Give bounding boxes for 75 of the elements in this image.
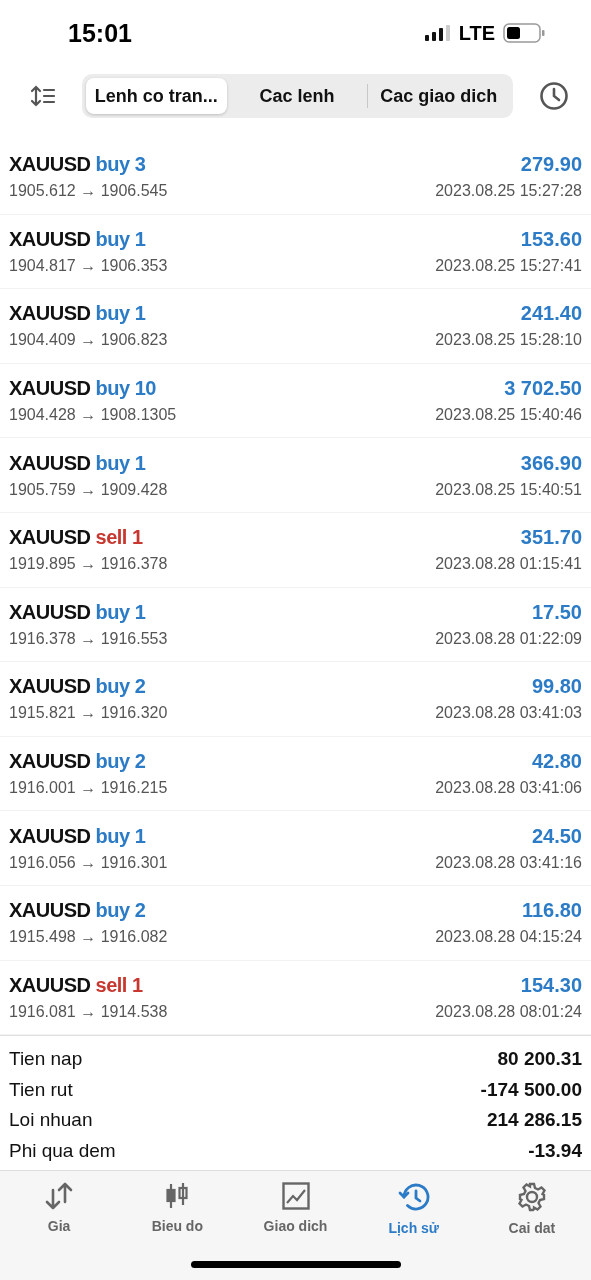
- deal-title: XAUUSD sell 1: [9, 973, 143, 997]
- deal-profit: 153.60: [520, 227, 582, 251]
- deal-prices: 1919.895 → 1916.378: [9, 555, 168, 574]
- tab-item[interactable]: Giao dich: [236, 1181, 355, 1238]
- summary-value: 214 286.15: [486, 1109, 582, 1132]
- segment-tab[interactable]: Cac giao dich: [368, 78, 509, 114]
- deal-title: XAUUSD sell 1: [9, 526, 143, 550]
- tab-item[interactable]: Lịch sử: [354, 1181, 473, 1238]
- battery-icon: [503, 23, 545, 43]
- deal-profit: 99.80: [531, 675, 582, 699]
- segment-tab[interactable]: Lenh co tran...: [86, 78, 227, 114]
- tab-item[interactable]: Bieu do: [118, 1181, 237, 1238]
- deal-time: 2023.08.28 08:01:24: [435, 1002, 582, 1021]
- deal-title: XAUUSD buy 1: [9, 227, 146, 251]
- deal-prices: 1916.081 → 1914.538: [9, 1002, 168, 1021]
- deal-time: 2023.08.25 15:40:46: [435, 406, 582, 425]
- deal-title: XAUUSD buy 2: [9, 750, 146, 774]
- signal-icon: [424, 25, 451, 41]
- deal-time: 2023.08.28 01:22:09: [435, 629, 582, 648]
- deal-profit: 3 702.50: [504, 377, 582, 401]
- deal-time: 2023.08.28 03:41:03: [435, 704, 582, 723]
- deal-profit: 116.80: [521, 899, 582, 923]
- deal-profit: 366.90: [520, 451, 582, 475]
- status-time: 15:01: [68, 18, 132, 48]
- deal-title: XAUUSD buy 1: [9, 302, 146, 326]
- deal-profit: 154.30: [520, 973, 582, 997]
- tab-item[interactable]: Cai dat: [472, 1181, 591, 1238]
- deal-title: XAUUSD buy 1: [9, 451, 146, 475]
- deal-profit: 17.50: [531, 600, 582, 624]
- deal-time: 2023.08.28 01:15:41: [435, 555, 582, 574]
- segment-tab[interactable]: Cac lenh: [226, 78, 368, 114]
- clock-icon[interactable]: [539, 81, 569, 111]
- summary-label: Phi qua dem: [9, 1139, 116, 1162]
- deal-title: XAUUSD buy 10: [9, 377, 156, 401]
- summary-value: 80 200.31: [497, 1048, 582, 1071]
- deal-title: XAUUSD buy 1: [9, 824, 146, 848]
- arrows-icon: [44, 1182, 75, 1211]
- deal-prices: 1916.001 → 1916.215: [9, 779, 168, 798]
- chart-icon: [281, 1182, 310, 1211]
- candlestick-icon: [164, 1182, 191, 1211]
- deal-profit: 24.50: [531, 824, 582, 848]
- deal-profit: 351.70: [520, 526, 582, 550]
- deal-title: XAUUSD buy 2: [9, 675, 146, 699]
- deal-prices: 1905.612 → 1906.545: [9, 182, 168, 201]
- deal-time: 2023.08.25 15:40:51: [435, 480, 582, 499]
- deal-profit: 241.40: [520, 302, 582, 326]
- summary-value: -174 500.00: [480, 1078, 582, 1101]
- deal-title: XAUUSD buy 1: [9, 600, 146, 624]
- summary-label: Loi nhuan: [9, 1109, 93, 1132]
- deal-prices: 1904.817 → 1906.353: [9, 256, 168, 275]
- deal-prices: 1915.821 → 1916.320: [9, 704, 168, 723]
- network-label: LTE: [458, 21, 495, 45]
- deal-prices: 1916.378 → 1916.553: [9, 629, 168, 648]
- summary-label: Tien nap: [9, 1048, 83, 1071]
- summary-label: Tien rut: [9, 1078, 73, 1101]
- deal-time: 2023.08.28 03:41:16: [435, 853, 582, 872]
- deal-prices: 1904.428 → 1908.1305: [9, 406, 177, 425]
- deal-title: XAUUSD buy 2: [9, 899, 146, 923]
- deal-prices: 1915.498 → 1916.082: [9, 928, 168, 947]
- history-icon: [397, 1182, 430, 1213]
- deal-title: XAUUSD buy 3: [9, 153, 146, 177]
- sort-icon[interactable]: [30, 85, 56, 107]
- deal-profit: 279.90: [520, 153, 582, 177]
- deal-time: 2023.08.25 15:28:10: [435, 331, 582, 350]
- deal-time: 2023.08.28 03:41:06: [435, 779, 582, 798]
- tab-item[interactable]: Gia: [0, 1181, 119, 1238]
- deal-profit: 42.80: [531, 750, 582, 774]
- deal-prices: 1905.759 → 1909.428: [9, 480, 168, 499]
- deal-prices: 1904.409 → 1906.823: [9, 331, 168, 350]
- settings-icon: [516, 1182, 547, 1213]
- deal-prices: 1916.056 → 1916.301: [9, 853, 168, 872]
- deal-time: 2023.08.25 15:27:28: [435, 182, 582, 201]
- summary-value: -13.94: [528, 1139, 582, 1162]
- deal-time: 2023.08.25 15:27:41: [435, 256, 582, 275]
- deal-time: 2023.08.28 04:15:24: [435, 928, 582, 947]
